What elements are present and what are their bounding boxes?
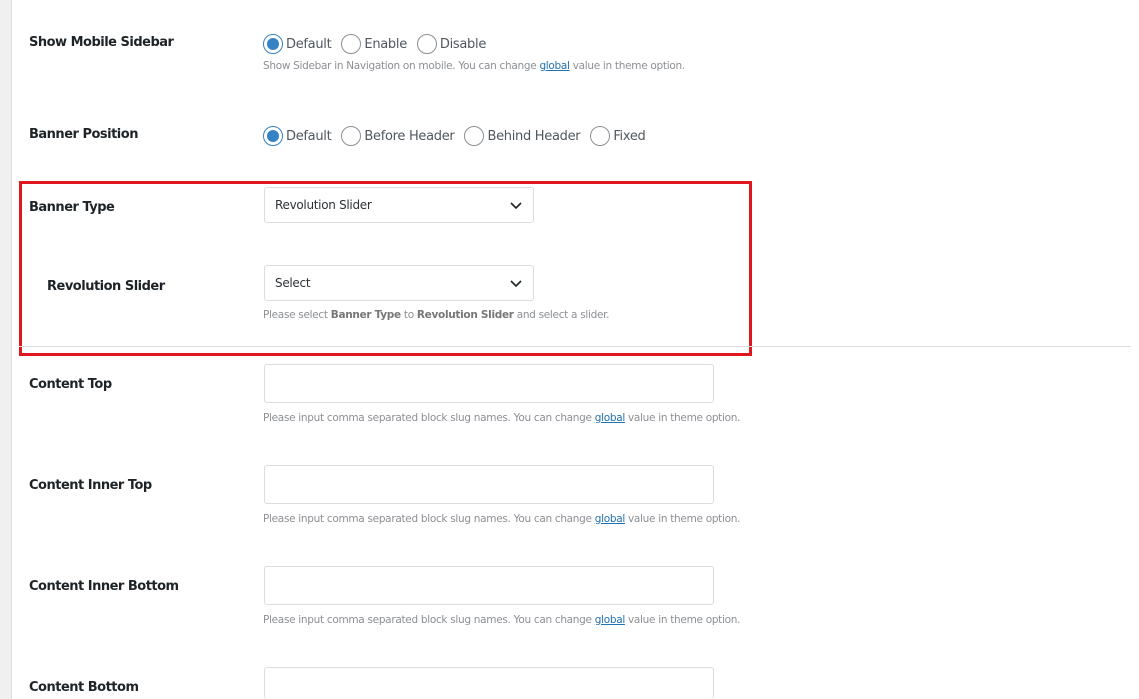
radio-button[interactable]: [341, 126, 362, 146]
banner-position-option-before-header[interactable]: Before Header: [341, 126, 455, 146]
global-option-link[interactable]: global: [595, 614, 626, 626]
radio-button[interactable]: [263, 126, 283, 146]
radio-button[interactable]: [263, 34, 283, 54]
desc-bold: Revolution Slider: [416, 309, 514, 321]
desc-text: Please select: [263, 309, 331, 321]
content-top-description: Please input comma separated block slug …: [263, 412, 740, 424]
desc-text: value in theme option.: [569, 60, 685, 72]
chevron-down-icon: [510, 280, 522, 288]
desc-text: Please input comma separated block slug …: [263, 614, 595, 626]
content-inner-bottom-description: Please input comma separated block slug …: [263, 614, 740, 626]
global-option-link[interactable]: global: [595, 412, 626, 424]
content-top-label: Content Top: [29, 377, 112, 392]
content-top-input[interactable]: [264, 364, 714, 403]
admin-sidebar-edge: [0, 0, 12, 699]
desc-text: Please input comma separated block slug …: [263, 513, 595, 525]
content-inner-top-label: Content Inner Top: [29, 478, 152, 493]
radio-button[interactable]: [341, 34, 362, 54]
desc-text: value in theme option.: [624, 513, 741, 525]
show-mobile-sidebar-option-enable[interactable]: Enable: [341, 34, 407, 54]
radio-label: Before Header: [364, 128, 455, 144]
content-inner-top-input[interactable]: [264, 465, 714, 504]
content-inner-bottom-label: Content Inner Bottom: [29, 579, 179, 594]
revolution-slider-select[interactable]: Select: [264, 265, 534, 301]
banner-type-selected-value: Revolution Slider: [275, 198, 372, 212]
radio-label: Disable: [439, 36, 487, 52]
radio-label: Default: [286, 128, 332, 144]
content-bottom-input[interactable]: [264, 667, 714, 699]
radio-label: Default: [286, 36, 332, 52]
banner-type-label: Banner Type: [29, 200, 115, 215]
banner-type-select[interactable]: Revolution Slider: [264, 187, 534, 223]
content-inner-top-description: Please input comma separated block slug …: [263, 513, 740, 525]
show-mobile-sidebar-option-disable[interactable]: Disable: [416, 34, 487, 54]
radio-button[interactable]: [464, 126, 485, 146]
chevron-down-icon: [510, 202, 522, 210]
show-mobile-sidebar-radio-group: Default Enable Disable: [263, 34, 496, 54]
show-mobile-sidebar-label: Show Mobile Sidebar: [29, 35, 174, 50]
radio-button[interactable]: [416, 34, 437, 54]
desc-text: Show Sidebar in Navigation on mobile. Yo…: [263, 60, 540, 72]
radio-label: Behind Header: [487, 128, 581, 144]
banner-position-label: Banner Position: [29, 127, 138, 142]
radio-label: Enable: [364, 36, 407, 52]
revolution-slider-description: Please select Banner Type to Revolution …: [263, 309, 610, 321]
show-mobile-sidebar-option-default[interactable]: Default: [263, 34, 332, 54]
radio-label: Fixed: [613, 128, 646, 144]
show-mobile-sidebar-description: Show Sidebar in Navigation on mobile. Yo…: [263, 60, 685, 72]
revolution-slider-selected-value: Select: [275, 276, 311, 290]
desc-text: value in theme option.: [624, 412, 741, 424]
banner-position-radio-group: Default Before Header Behind Header Fixe…: [263, 126, 656, 146]
global-option-link[interactable]: global: [539, 60, 570, 72]
desc-text: and select a slider.: [513, 309, 610, 321]
desc-text: to: [400, 309, 417, 321]
revolution-slider-label: Revolution Slider: [47, 279, 165, 294]
desc-bold: Banner Type: [330, 309, 401, 321]
content-bottom-label: Content Bottom: [29, 680, 139, 695]
banner-position-option-default[interactable]: Default: [263, 126, 332, 146]
radio-button[interactable]: [590, 126, 611, 146]
global-option-link[interactable]: global: [595, 513, 626, 525]
desc-text: value in theme option.: [624, 614, 741, 626]
desc-text: Please input comma separated block slug …: [263, 412, 595, 424]
banner-position-option-behind-header[interactable]: Behind Header: [464, 126, 581, 146]
section-divider: [19, 346, 1131, 347]
content-inner-bottom-input[interactable]: [264, 566, 714, 605]
banner-position-option-fixed[interactable]: Fixed: [590, 126, 646, 146]
